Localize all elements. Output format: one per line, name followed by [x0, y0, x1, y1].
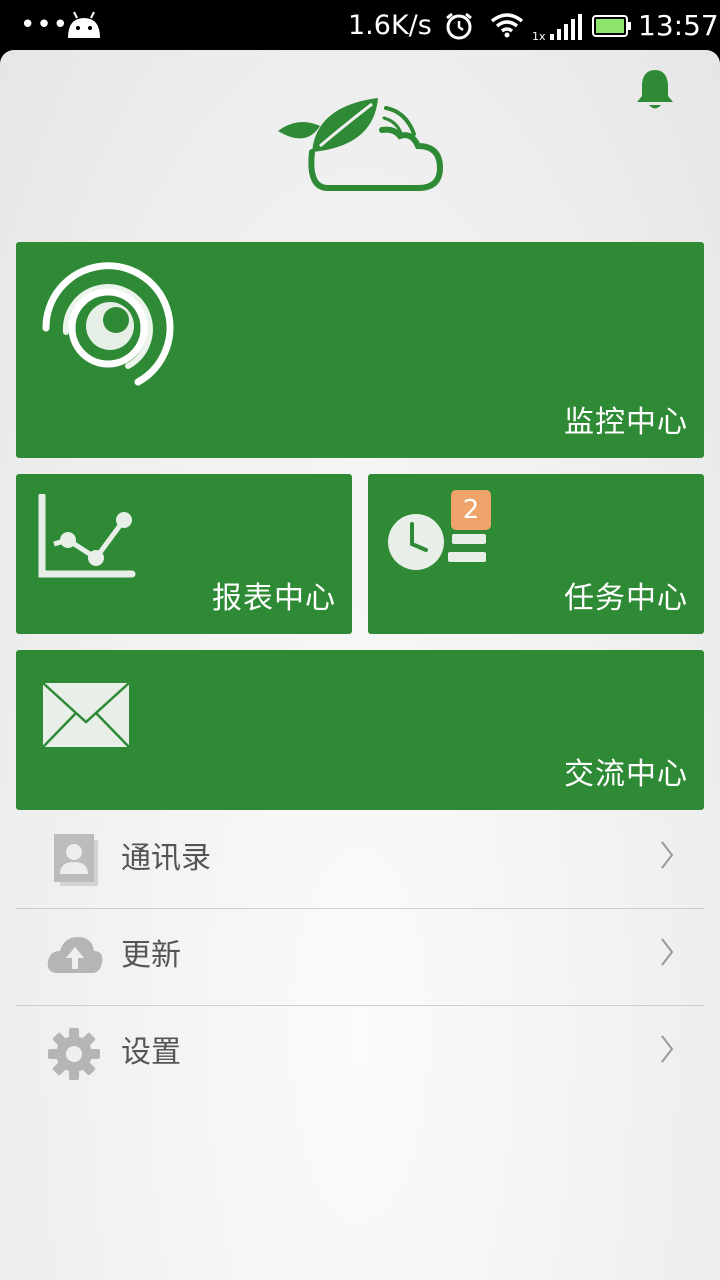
settings-menu: 通讯录 更新 设置: [16, 812, 704, 1103]
gear-icon: [46, 1026, 102, 1086]
line-chart-icon: [38, 494, 136, 578]
camera-eye-icon: [42, 262, 174, 386]
battery-icon: [592, 15, 632, 41]
menu-label: 更新: [121, 938, 181, 973]
signal-icon: 1x: [532, 10, 586, 48]
chevron-right-icon: [660, 1034, 674, 1068]
status-dots: •••: [20, 10, 70, 40]
status-bar: ••• 1.6K/s 1x 13:57: [0, 0, 720, 50]
svg-text:1x: 1x: [532, 30, 546, 43]
android-icon: [66, 10, 102, 44]
cloud-upload-icon: [46, 933, 104, 979]
tile-monitor-center[interactable]: 监控中心: [16, 242, 704, 458]
tile-label: 监控中心: [564, 405, 688, 440]
tile-communication-center[interactable]: 交流中心: [16, 650, 704, 810]
wifi-icon: [490, 12, 524, 42]
bell-icon[interactable]: [634, 68, 676, 116]
app-screen: 监控中心 报表中心 2 任务中心 交流中心 通讯录 更新 设置: [0, 50, 720, 1280]
tile-label: 任务中心: [564, 581, 688, 616]
network-speed: 1.6K/s: [348, 10, 432, 41]
tile-task-center[interactable]: 2 任务中心: [368, 474, 704, 634]
menu-label: 通讯录: [121, 841, 211, 876]
menu-item-update[interactable]: 更新: [16, 909, 704, 1006]
menu-label: 设置: [121, 1035, 181, 1070]
clock: 13:57: [638, 9, 719, 42]
leaf-cloud-logo: [276, 96, 446, 200]
envelope-icon: [42, 682, 130, 748]
tile-label: 交流中心: [564, 757, 688, 792]
tile-report-center[interactable]: 报表中心: [16, 474, 352, 634]
alarm-icon: [444, 11, 474, 45]
menu-item-settings[interactable]: 设置: [16, 1006, 704, 1103]
task-count-badge: 2: [451, 490, 491, 530]
tile-label: 报表中心: [212, 581, 336, 616]
chevron-right-icon: [660, 937, 674, 971]
contacts-icon: [46, 832, 102, 892]
menu-item-contacts[interactable]: 通讯录: [16, 812, 704, 909]
chevron-right-icon: [660, 840, 674, 874]
